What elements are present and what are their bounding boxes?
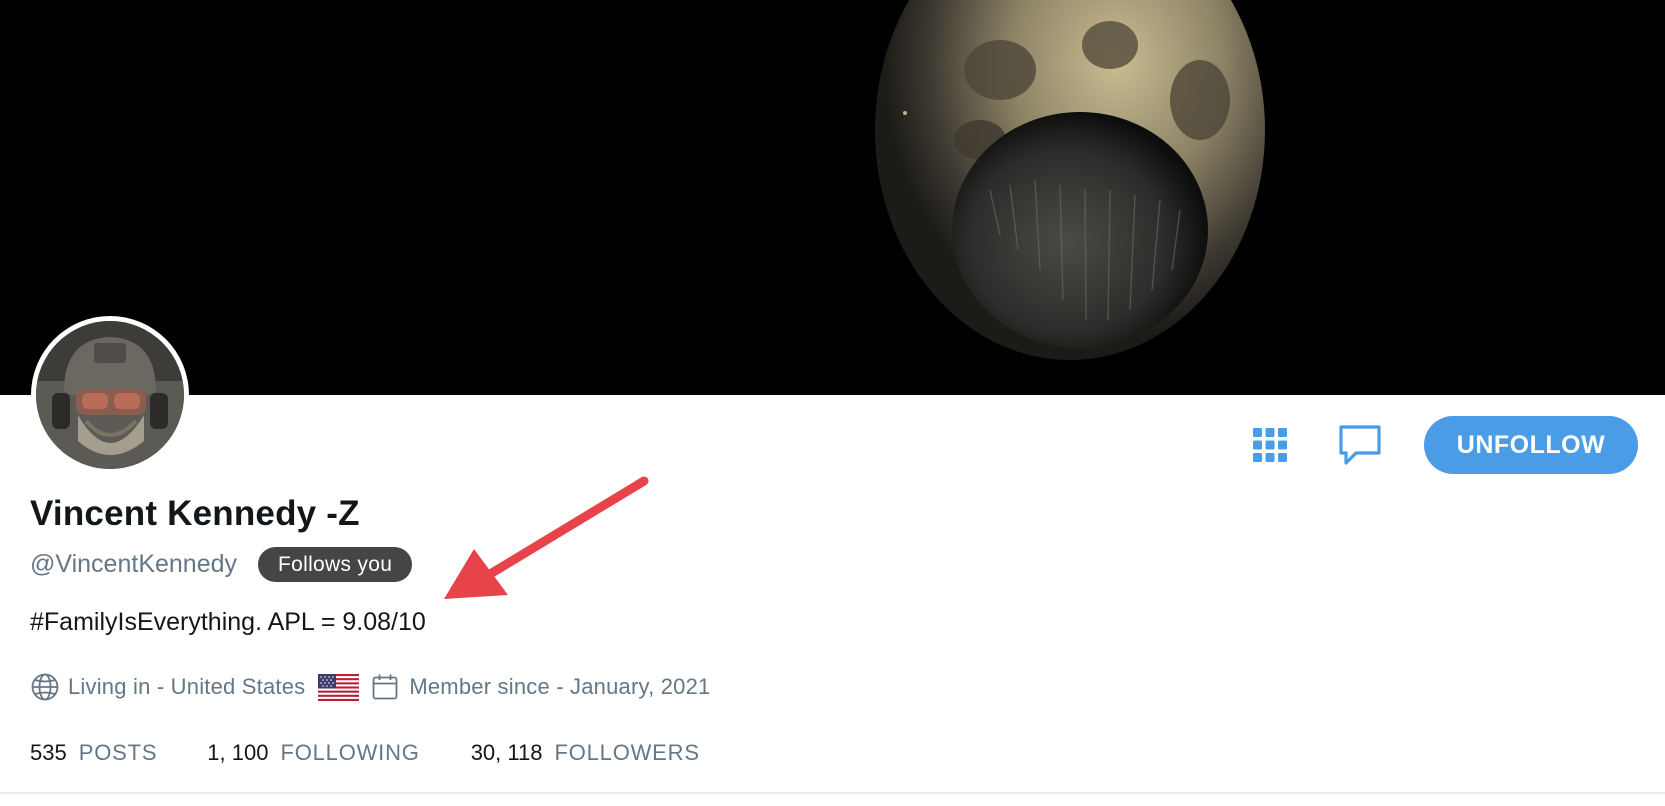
handle-row: @VincentKennedy Follows you xyxy=(30,547,413,582)
avatar[interactable] xyxy=(31,316,189,474)
profile-actions: UNFOLLOW xyxy=(1244,416,1638,474)
profile-meta: Living in - United States Member since -… xyxy=(30,672,710,702)
profile-bio: #FamilyIsEverything. APL = 9.08/10 xyxy=(30,608,426,636)
unfollow-button[interactable]: UNFOLLOW xyxy=(1424,416,1638,474)
divider xyxy=(0,792,1665,794)
us-flag-icon xyxy=(318,673,360,701)
follows-you-badge: Follows you xyxy=(258,547,413,582)
followers-count: 30, 118 xyxy=(470,740,543,765)
posts-label: POSTS xyxy=(78,740,158,765)
followers-label: FOLLOWERS xyxy=(554,740,700,765)
globe-icon xyxy=(31,673,59,701)
avatar-image xyxy=(36,321,184,469)
profile-banner xyxy=(0,0,1665,395)
user-handle: @VincentKennedy xyxy=(30,550,238,578)
calendar-icon xyxy=(372,674,398,700)
profile-page: UNFOLLOW Vincent Kennedy -Z @VincentKenn… xyxy=(0,0,1665,806)
message-icon[interactable] xyxy=(1334,419,1386,471)
member-since-text: Member since - January, 2021 xyxy=(409,674,711,699)
posts-stat[interactable]: 535 POSTS xyxy=(30,740,157,766)
posts-count: 535 xyxy=(30,740,67,765)
following-count: 1, 100 xyxy=(207,740,269,765)
location-text: Living in - United States xyxy=(68,674,306,699)
grid-icon[interactable] xyxy=(1244,419,1296,471)
annotation-arrow-icon xyxy=(444,476,649,599)
following-label: FOLLOWING xyxy=(280,740,420,765)
moon-image xyxy=(875,0,1265,360)
followers-stat[interactable]: 30, 118 FOLLOWERS xyxy=(471,740,700,766)
profile-stats: 535 POSTS 1, 100 FOLLOWING 30, 118 FOLLO… xyxy=(30,740,700,766)
display-name: Vincent Kennedy -Z xyxy=(30,494,360,533)
following-stat[interactable]: 1, 100 FOLLOWING xyxy=(207,740,419,766)
